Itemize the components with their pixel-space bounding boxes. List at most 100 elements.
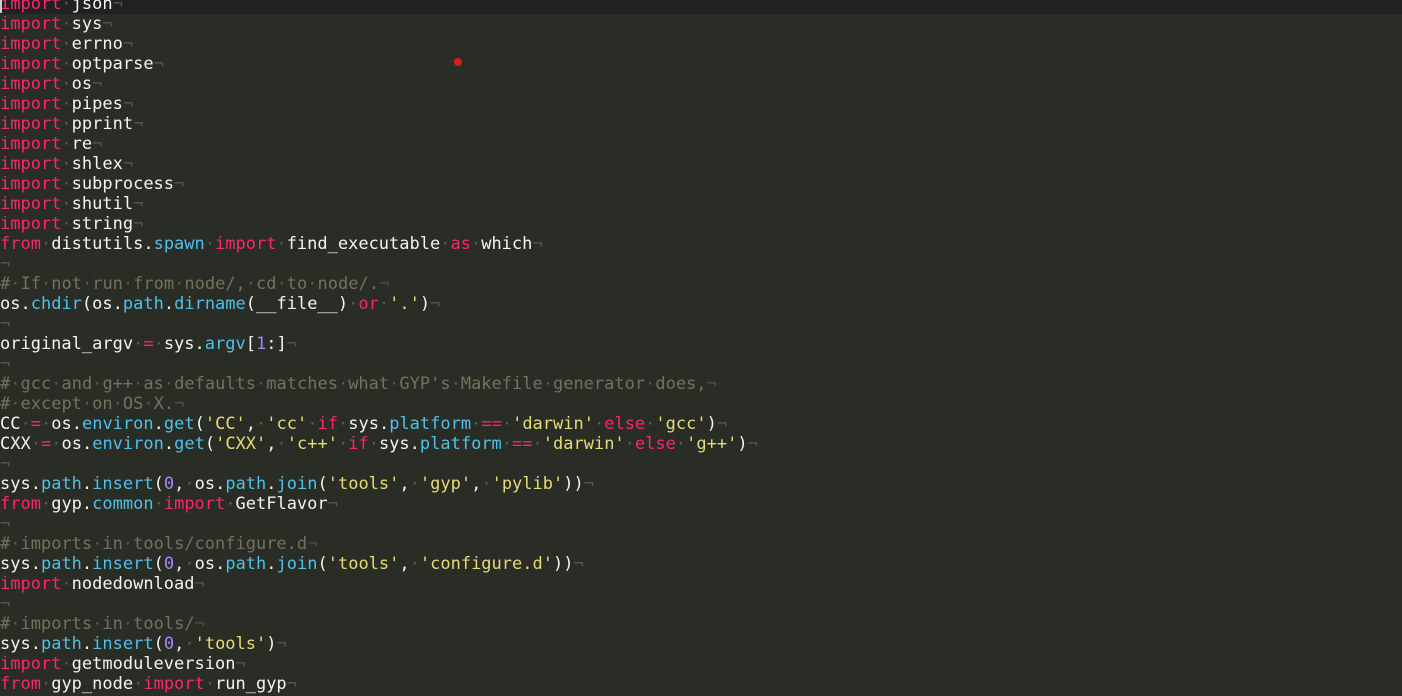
punctuation-token: . [81, 474, 93, 494]
identifier-token: os [92, 294, 113, 314]
space-dot-glyph: · [61, 194, 72, 214]
text-caret [0, 0, 2, 13]
space-dot-glyph: · [92, 534, 103, 554]
operator-token: = [40, 434, 52, 454]
punctuation-token: ( [153, 554, 164, 574]
function-token: get [174, 434, 205, 454]
space-dot-glyph: · [61, 74, 72, 94]
eol-marker-glyph: ¬ [92, 74, 103, 94]
code-editor[interactable]: import·json¬ import·sys¬ import·errno¬ impo… [0, 0, 1402, 696]
code-line[interactable]: ¬ [0, 594, 1402, 614]
code-line[interactable]: ¬ [0, 454, 1402, 474]
identifier-token: os [51, 414, 72, 434]
space-dot-glyph: · [256, 414, 267, 434]
punctuation-token: ) [337, 294, 349, 314]
code-line[interactable]: import·shlex¬ [0, 154, 1402, 174]
punctuation-token: ( [153, 474, 164, 494]
code-line[interactable]: import·string¬ [0, 214, 1402, 234]
code-line[interactable]: import·pipes¬ [0, 94, 1402, 114]
code-line[interactable]: import·optparse¬ [0, 54, 1402, 74]
space-dot-glyph: · [225, 494, 236, 514]
eol-marker-glyph: ¬ [430, 294, 441, 314]
code-line[interactable]: original_argv·=·sys.argv[1:]¬ [0, 334, 1402, 354]
punctuation-token: . [409, 434, 420, 454]
code-line[interactable]: CXX·=·os.environ.get('CXX',·'c++'·if·sys… [0, 434, 1402, 454]
comment-token: defaults [174, 374, 257, 394]
identifier-token: sys [0, 474, 31, 494]
code-line[interactable]: sys.path.insert(0,·os.path.join('tools',… [0, 474, 1402, 494]
punctuation-token: [ [245, 334, 256, 354]
eol-marker-glyph: ¬ [133, 214, 144, 234]
code-line[interactable]: ¬ [0, 354, 1402, 374]
eol-marker-glyph: ¬ [174, 174, 185, 194]
code-line[interactable]: sys.path.insert(0,·os.path.join('tools',… [0, 554, 1402, 574]
punctuation-token: . [112, 294, 123, 314]
space-dot-glyph: · [153, 334, 164, 354]
comment-token: generator [552, 374, 646, 394]
punctuation-token: . [30, 474, 41, 494]
code-line[interactable]: #·gcc·and·g++·as·defaults·matches·what·G… [0, 374, 1402, 394]
space-dot-glyph: · [450, 374, 461, 394]
operator-token: = [143, 334, 154, 354]
identifier-token: GetFlavor [235, 494, 328, 514]
space-dot-glyph: · [276, 274, 287, 294]
code-line[interactable]: ¬ [0, 314, 1402, 334]
comment-token: Makefile [460, 374, 543, 394]
code-line[interactable]: import·subprocess¬ [0, 174, 1402, 194]
code-line[interactable]: #·imports·in·tools/¬ [0, 614, 1402, 634]
function-token: insert [92, 634, 154, 654]
code-line[interactable]: import·shutil¬ [0, 194, 1402, 214]
identifier-token: subprocess [71, 174, 175, 194]
identifier-token: gyp [51, 494, 82, 514]
code-line[interactable]: ¬ [0, 254, 1402, 274]
code-line[interactable]: CC·=·os.environ.get('CC',·'cc'·if·sys.pl… [0, 414, 1402, 434]
string-token: 'darwin' [512, 414, 594, 434]
identifier-token: os [61, 434, 82, 454]
function-token: environ [81, 414, 154, 434]
code-line[interactable]: import·errno¬ [0, 34, 1402, 54]
identifier-token: shlex [71, 154, 123, 174]
space-dot-glyph: · [645, 414, 656, 434]
eol-marker-glyph: ¬ [174, 394, 185, 414]
punctuation-token: . [20, 294, 31, 314]
code-line[interactable]: from·distutils.spawn·import·find_executa… [0, 234, 1402, 254]
comment-token: imports [20, 614, 93, 634]
code-line[interactable]: import·re¬ [0, 134, 1402, 154]
operator-token: == [481, 414, 502, 434]
comment-span: #·imports·in·tools/¬ [0, 614, 205, 634]
space-dot-glyph: · [92, 374, 103, 394]
space-dot-glyph: · [542, 374, 553, 394]
comment-token: to [286, 274, 308, 294]
code-line[interactable]: import·getmoduleversion¬ [0, 654, 1402, 674]
code-line[interactable]: sys.path.insert(0,·'tools')¬ [0, 634, 1402, 654]
function-token: path [122, 294, 164, 314]
keyword-token: import [0, 34, 62, 54]
space-dot-glyph: · [184, 634, 195, 654]
code-line[interactable]: os.chdir(os.path.dirname(__file__)·or·'.… [0, 294, 1402, 314]
code-line[interactable]: #·except·on·OS·X.¬ [0, 394, 1402, 414]
space-dot-glyph: · [112, 394, 123, 414]
code-line[interactable]: import·nodedownload¬ [0, 574, 1402, 594]
space-dot-glyph: · [61, 174, 72, 194]
code-lines-container[interactable]: import·json¬ import·sys¬ import·errno¬ impo… [0, 0, 1402, 694]
function-token: dirname [174, 294, 246, 314]
code-line[interactable]: from·gyp.common·import·GetFlavor¬ [0, 494, 1402, 514]
code-line[interactable]: from·gyp_node·import·run_gyp¬ [0, 674, 1402, 694]
punctuation-token: . [143, 234, 154, 254]
punctuation-token: :] [266, 334, 287, 354]
code-line[interactable]: #·If·not·run·from·node/,·cd·to·node/.¬ [0, 274, 1402, 294]
comment-token: # [0, 274, 11, 294]
eol-marker-glyph: ¬ [122, 154, 134, 174]
space-dot-glyph: · [61, 114, 72, 134]
number-token: 0 [163, 634, 175, 654]
code-line[interactable]: ¬ [0, 514, 1402, 534]
string-token: 'c++' [286, 434, 338, 454]
code-line[interactable]: import·os¬ [0, 74, 1402, 94]
eol-marker-glyph: ¬ [286, 674, 297, 694]
code-line[interactable]: import·json¬ [0, 0, 1402, 14]
code-line[interactable]: import·sys¬ [0, 14, 1402, 34]
code-line[interactable]: #·imports·in·tools/configure.d¬ [0, 534, 1402, 554]
function-token: chdir [30, 294, 82, 314]
code-line[interactable]: import·pprint¬ [0, 114, 1402, 134]
space-dot-glyph: · [10, 614, 21, 634]
